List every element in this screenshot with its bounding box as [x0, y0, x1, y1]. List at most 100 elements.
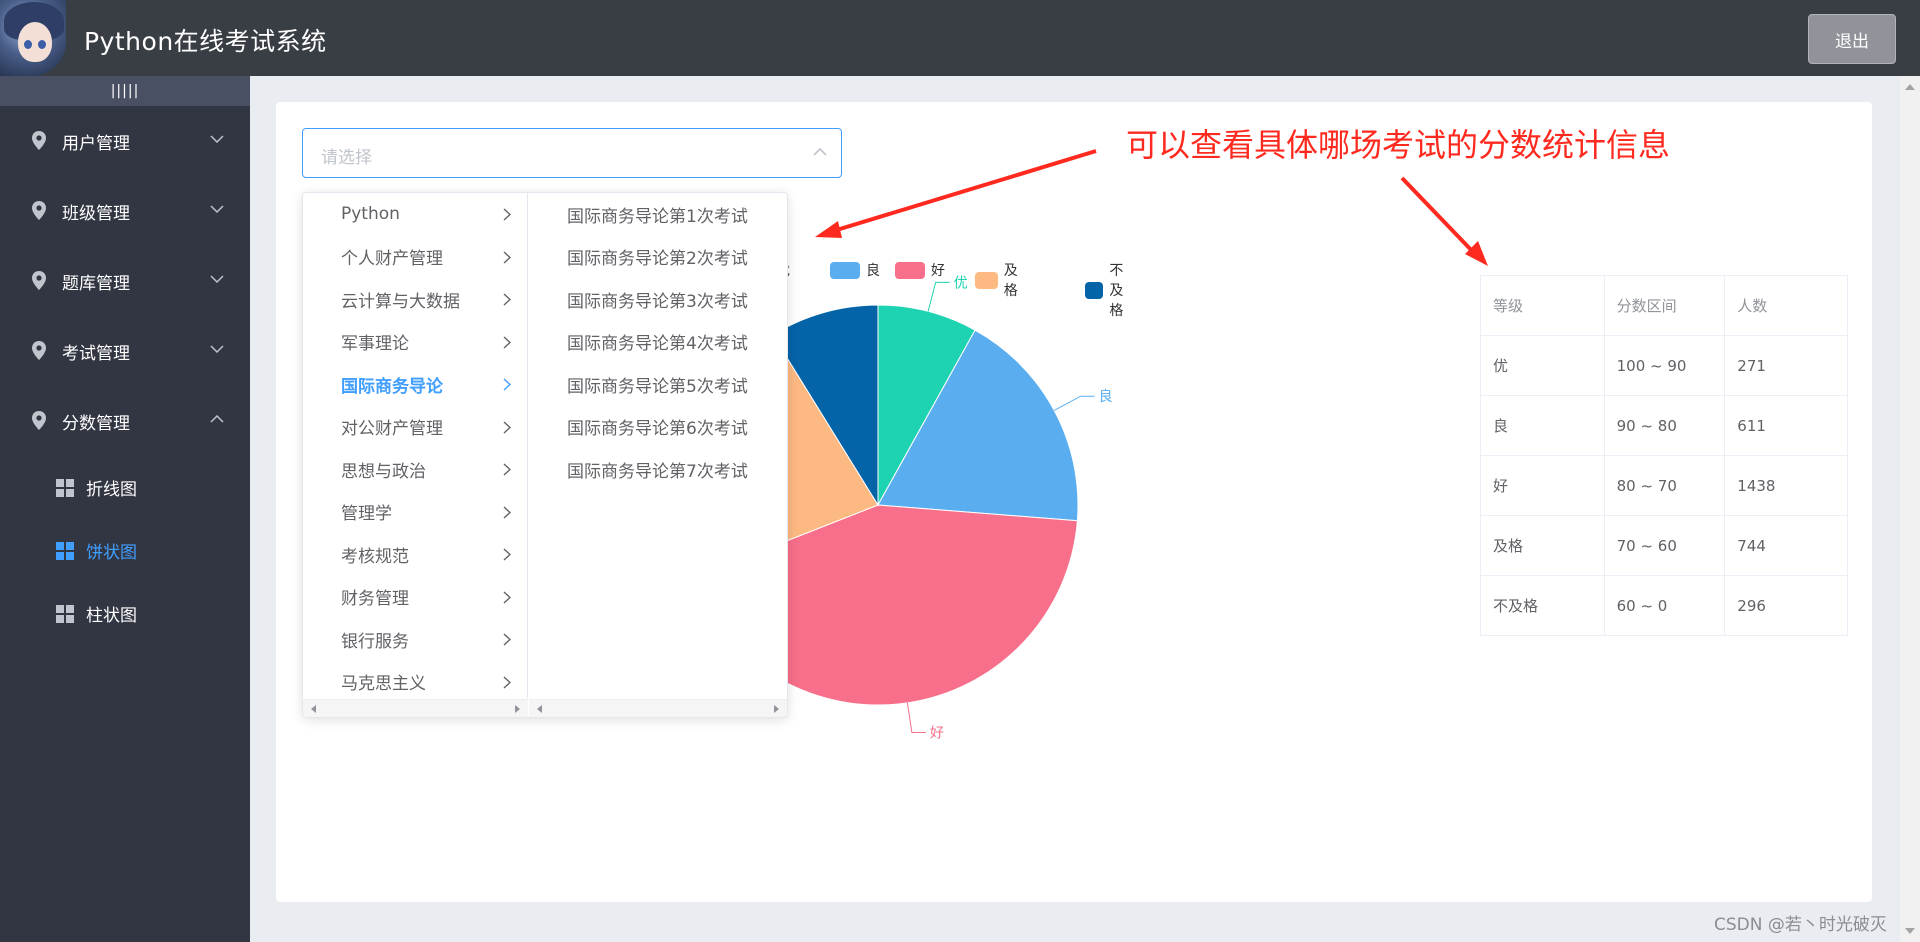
- cell-grade: 好: [1480, 455, 1605, 516]
- chevron-right-icon: [503, 675, 511, 689]
- legend-label: 不及格: [1109, 263, 1124, 319]
- chevron-right-icon: [503, 463, 511, 476]
- chevron-right-icon: [503, 378, 511, 391]
- cell-score-range: 80 ~ 70: [1603, 455, 1726, 516]
- pie-label-line: [906, 702, 926, 733]
- exam-option-label: 国际商务导论第3次考试: [567, 291, 748, 312]
- score-stats-table: 等级 分数区间 人数 优 100 ~ 90 271 良 90 ~ 80 611 …: [1480, 275, 1848, 636]
- course-option-label: 思想与政治: [341, 461, 426, 482]
- legend-item[interactable]: 好: [895, 260, 945, 280]
- course-option[interactable]: 个人财产管理: [303, 236, 527, 279]
- chevron-right-icon: [503, 250, 511, 264]
- exam-option[interactable]: 国际商务导论第6次考试: [529, 406, 787, 449]
- cascader-exam-panel: 国际商务导论第1次考试 国际商务导论第2次考试 国际商务导论第3次考试 国际商务导论第…: [529, 193, 787, 698]
- header-count: 人数: [1724, 275, 1848, 336]
- exam-option[interactable]: 国际商务导论第5次考试: [529, 363, 787, 406]
- legend-label: 良: [866, 263, 880, 279]
- course-option[interactable]: 对公财产管理: [303, 406, 527, 449]
- cascader-course-panel: Python 个人财产管理云计算与大数据 军事理论国际商务导论 对公财产管理 思想与政治…: [303, 193, 528, 698]
- course-option-label: 考核规范: [341, 546, 409, 567]
- header-score-range: 分数区间: [1603, 275, 1726, 336]
- exam-option[interactable]: 国际商务导论第3次考试: [529, 278, 787, 321]
- cell-score-range: 100 ~ 90: [1603, 335, 1726, 396]
- exam-option-label: 国际商务导论第2次考试: [567, 249, 748, 270]
- course-option[interactable]: 考核规范: [303, 533, 527, 576]
- legend-item[interactable]: 不及格: [1085, 260, 1135, 320]
- table-row: 及格 70 ~ 60 744: [1480, 515, 1848, 576]
- header-grade: 等级: [1480, 275, 1605, 336]
- course-option[interactable]: 军事理论: [303, 321, 527, 364]
- legend-swatch: [830, 261, 860, 279]
- course-option-label: 管理学: [341, 504, 392, 525]
- course-option[interactable]: 思想与政治: [303, 448, 527, 491]
- exam-option[interactable]: 国际商务导论第1次考试: [529, 193, 787, 236]
- course-option[interactable]: 银行服务: [303, 618, 527, 661]
- exam-select-placeholder: 请选择: [321, 148, 372, 168]
- cell-count: 271: [1724, 335, 1848, 396]
- course-option-label: Python: [341, 204, 400, 225]
- cell-grade: 优: [1480, 335, 1605, 396]
- legend-swatch: [895, 261, 925, 279]
- course-option[interactable]: 云计算与大数据: [303, 278, 527, 321]
- scroll-up-icon[interactable]: [1905, 84, 1915, 90]
- course-option[interactable]: 国际商务导论: [303, 363, 527, 406]
- legend-swatch: [1085, 281, 1104, 299]
- exam-option[interactable]: 国际商务导论第2次考试: [529, 236, 787, 279]
- pie-label: 优: [954, 275, 968, 291]
- table-row: 不及格 60 ~ 0 296: [1480, 575, 1848, 636]
- course-option-label: 国际商务导论: [341, 376, 443, 397]
- course-option-label: 财务管理: [341, 589, 409, 610]
- chevron-up-icon: [813, 147, 827, 156]
- table-header-row: 等级 分数区间 人数: [1480, 275, 1848, 336]
- cell-grade: 不及格: [1480, 575, 1605, 636]
- chevron-right-icon: [503, 208, 511, 221]
- cell-count: 611: [1724, 395, 1848, 456]
- exam-option-label: 国际商务导论第1次考试: [567, 206, 748, 227]
- course-option[interactable]: 财务管理: [303, 576, 527, 619]
- chevron-right-icon: [503, 633, 511, 646]
- scroll-down-icon[interactable]: [1905, 928, 1915, 934]
- pie-label-line: [1053, 395, 1095, 411]
- chevron-right-icon: [503, 505, 511, 519]
- course-option-label: 云计算与大数据: [341, 291, 460, 312]
- course-option[interactable]: Python: [303, 193, 527, 236]
- chevron-right-icon: [503, 590, 511, 604]
- table-row: 优 100 ~ 90 271: [1480, 335, 1848, 396]
- table-row: 好 80 ~ 70 1438: [1480, 455, 1848, 516]
- cell-count: 744: [1724, 515, 1848, 576]
- course-panel-scrollbar[interactable]: [303, 699, 528, 717]
- course-option[interactable]: 管理学: [303, 491, 527, 534]
- legend-item[interactable]: 良: [830, 260, 880, 280]
- cell-grade: 良: [1480, 395, 1605, 456]
- exam-option[interactable]: 国际商务导论第4次考试: [529, 321, 787, 364]
- course-option-label: 军事理论: [341, 334, 409, 355]
- exam-option[interactable]: 国际商务导论第7次考试: [529, 448, 787, 491]
- exam-cascader-dropdown: Python 个人财产管理云计算与大数据 军事理论国际商务导论 对公财产管理 思想与政治…: [302, 192, 788, 718]
- exam-option-label: 国际商务导论第5次考试: [567, 376, 748, 397]
- cell-score-range: 90 ~ 80: [1603, 395, 1726, 456]
- exam-option-label: 国际商务导论第7次考试: [567, 461, 748, 482]
- pie-label: 好: [930, 725, 944, 741]
- legend-item[interactable]: 及格: [975, 260, 1025, 300]
- course-option-label: 马克思主义: [341, 674, 426, 695]
- annotation-text: 可以查看具体哪场考试的分数统计信息: [1126, 126, 1671, 164]
- pie-label-line: [927, 281, 950, 312]
- cell-grade: 及格: [1480, 515, 1605, 576]
- watermark: CSDN @若丶时光破灭: [1714, 915, 1887, 935]
- cell-score-range: 60 ~ 0: [1603, 575, 1726, 636]
- exam-panel-scrollbar[interactable]: [529, 699, 787, 717]
- cell-count: 1438: [1724, 455, 1848, 516]
- course-option[interactable]: 马克思主义: [303, 661, 527, 699]
- pie-label: 良: [1099, 389, 1113, 405]
- legend-label: 及格: [1003, 263, 1018, 299]
- legend-label: 好: [931, 263, 945, 279]
- legend-swatch: [975, 271, 998, 289]
- exam-select[interactable]: 请选择: [302, 128, 842, 178]
- chevron-right-icon: [503, 548, 511, 561]
- exam-option-label: 国际商务导论第6次考试: [567, 419, 748, 440]
- chevron-right-icon: [503, 293, 511, 306]
- table-row: 良 90 ~ 80 611: [1480, 395, 1848, 456]
- course-option-label: 对公财产管理: [341, 419, 443, 440]
- course-option-label: 银行服务: [341, 631, 409, 652]
- page-scrollbar[interactable]: [1900, 76, 1920, 942]
